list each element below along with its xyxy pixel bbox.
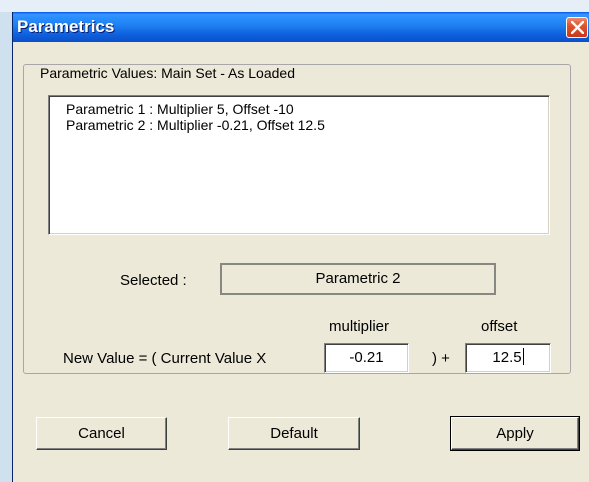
apply-button[interactable]: Apply — [450, 416, 580, 451]
close-button[interactable] — [566, 17, 588, 38]
multiplier-input[interactable]: -0.21 — [324, 343, 409, 373]
text-caret — [522, 348, 524, 365]
desktop-background — [0, 0, 589, 12]
parametrics-listbox[interactable]: Parametric 1 : Multiplier 5, Offset -10 … — [48, 95, 550, 235]
multiplier-value: -0.21 — [349, 349, 384, 366]
formula-prefix: New Value = ( Current Value X — [63, 350, 267, 367]
offset-header: offset — [481, 318, 518, 335]
offset-input[interactable]: 12.5 — [465, 343, 551, 373]
multiplier-header: multiplier — [329, 318, 390, 335]
default-button[interactable]: Default — [228, 417, 360, 450]
selected-field: Parametric 2 — [220, 263, 496, 295]
list-item[interactable]: Parametric 2 : Multiplier -0.21, Offset … — [66, 117, 325, 133]
cancel-button[interactable]: Cancel — [36, 417, 167, 450]
list-item[interactable]: Parametric 1 : Multiplier 5, Offset -10 — [66, 101, 294, 117]
close-icon — [571, 21, 584, 34]
selected-label: Selected : — [120, 272, 187, 289]
window-title: Parametrics — [17, 17, 115, 36]
group-legend: Parametric Values: Main Set - As Loaded — [38, 65, 297, 81]
title-bar[interactable]: Parametrics — [13, 12, 589, 42]
formula-mid: ) + — [432, 350, 450, 367]
offset-value: 12.5 — [492, 349, 522, 366]
